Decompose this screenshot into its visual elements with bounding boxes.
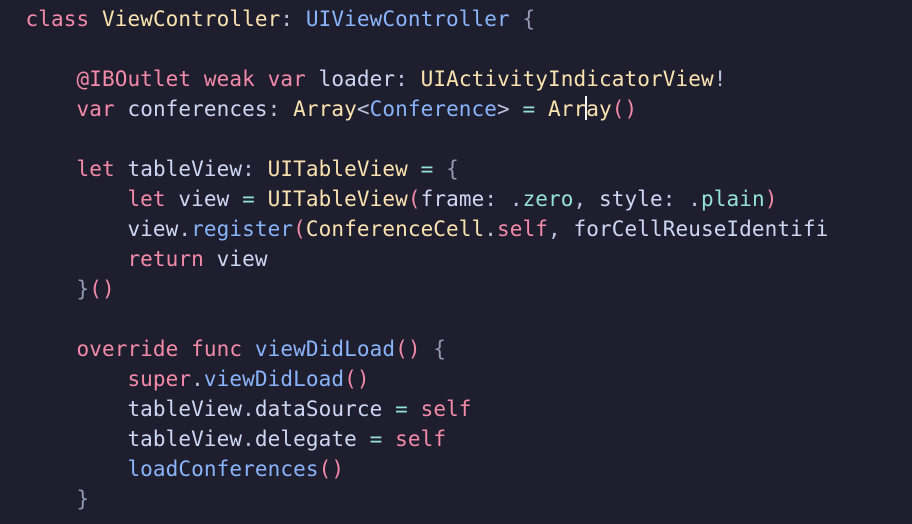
- type-Array: Array: [293, 97, 357, 121]
- open-curly: {: [523, 7, 536, 31]
- ident-tableView: tableView: [127, 397, 242, 421]
- code-line: let tableView: UITableView = {: [0, 157, 459, 181]
- keyword-var: var: [268, 67, 306, 91]
- keyword-class: class: [26, 7, 90, 31]
- func-viewDidLoad: viewDidLoad: [255, 337, 395, 361]
- func-viewDidLoad: viewDidLoad: [204, 367, 344, 391]
- enum-plain: plain: [701, 187, 765, 211]
- colon: :: [242, 157, 255, 181]
- keyword-let: let: [127, 187, 165, 211]
- close-paren: ): [331, 457, 344, 481]
- code-line: loadConferences(): [0, 457, 344, 481]
- keyword-weak: weak: [204, 67, 255, 91]
- ident-tableView: tableView: [127, 157, 242, 181]
- close-paren: ): [625, 97, 638, 121]
- code-line: tableView.dataSource = self: [0, 397, 472, 421]
- keyword-self: self: [395, 427, 446, 451]
- attr-iboutlet: @IBOutlet: [76, 67, 191, 91]
- code-line: view.register(ConferenceCell.self, forCe…: [0, 217, 828, 241]
- param-frame: frame: [421, 187, 485, 211]
- type-ConferenceCell: ConferenceCell: [306, 217, 484, 241]
- close-paren: ): [357, 367, 370, 391]
- prop-dataSource: dataSource: [255, 397, 382, 421]
- close-curly: }: [76, 277, 89, 301]
- open-paren: (: [319, 457, 332, 481]
- code-line: class ViewController: UIViewController {: [0, 7, 535, 31]
- keyword-return: return: [127, 247, 203, 271]
- type-UIActivityIndicatorView: UIActivityIndicatorView: [421, 67, 714, 91]
- colon: :: [280, 7, 293, 31]
- dot: .: [484, 217, 497, 241]
- ident-tableView: tableView: [127, 427, 242, 451]
- op-eq: =: [395, 397, 408, 421]
- op-eq: =: [242, 187, 255, 211]
- comma: ,: [548, 217, 561, 241]
- open-curly: {: [433, 337, 446, 361]
- close-curly: }: [76, 487, 89, 511]
- param-style: style: [599, 187, 663, 211]
- func-register: register: [191, 217, 293, 241]
- code-line: var conferences: Array<Conference> = Arr…: [0, 97, 637, 121]
- code-line: return view: [0, 247, 268, 271]
- open-paren: (: [344, 367, 357, 391]
- keyword-self: self: [421, 397, 472, 421]
- open-paren: (: [395, 337, 408, 361]
- open-paren: (: [408, 187, 421, 211]
- bang: !: [714, 67, 727, 91]
- op-eq: =: [370, 427, 383, 451]
- code-line: @IBOutlet weak var loader: UIActivityInd…: [0, 67, 726, 91]
- type-Array-call-right: ay: [586, 97, 612, 121]
- code-line: }(): [0, 277, 115, 301]
- type-UIViewController: UIViewController: [306, 7, 510, 31]
- ident-view: view: [127, 217, 178, 241]
- op-eq: =: [523, 97, 536, 121]
- type-UITableView: UITableView: [268, 187, 408, 211]
- keyword-func: func: [191, 337, 242, 361]
- ident-loader: loader: [319, 67, 395, 91]
- code-line: let view = UITableView(frame: .zero, sty…: [0, 187, 777, 211]
- close-paren: ): [408, 337, 421, 361]
- close-paren: ): [102, 277, 115, 301]
- type-Conference: Conference: [370, 97, 497, 121]
- dot: .: [178, 217, 191, 241]
- dot: .: [510, 187, 523, 211]
- ident-conferences: conferences: [127, 97, 267, 121]
- open-paren: (: [612, 97, 625, 121]
- colon: :: [484, 187, 497, 211]
- open-curly: {: [446, 157, 459, 181]
- op-eq: =: [421, 157, 434, 181]
- code-line: override func viewDidLoad() {: [0, 337, 446, 361]
- param-forCellReuse: forCellReuseIdentifi: [574, 217, 829, 241]
- ident-view: view: [178, 187, 229, 211]
- colon: :: [663, 187, 676, 211]
- open-paren: (: [293, 217, 306, 241]
- type-Array-call-left: Arr: [548, 97, 586, 121]
- open-paren: (: [89, 277, 102, 301]
- dot: .: [688, 187, 701, 211]
- keyword-self: self: [497, 217, 548, 241]
- colon: :: [395, 67, 408, 91]
- comma: ,: [574, 187, 587, 211]
- code-line: super.viewDidLoad(): [0, 367, 370, 391]
- colon: :: [268, 97, 281, 121]
- code-editor[interactable]: class ViewController: UIViewController {…: [0, 0, 912, 514]
- keyword-super: super: [127, 367, 191, 391]
- enum-zero: zero: [523, 187, 574, 211]
- type-ViewController: ViewController: [102, 7, 280, 31]
- keyword-override: override: [76, 337, 178, 361]
- func-loadConferences: loadConferences: [127, 457, 318, 481]
- code-line: tableView.delegate = self: [0, 427, 446, 451]
- keyword-let: let: [76, 157, 114, 181]
- keyword-var: var: [76, 97, 114, 121]
- dot: .: [242, 397, 255, 421]
- gt: >: [497, 97, 510, 121]
- code-line: }: [0, 487, 89, 511]
- lt: <: [357, 97, 370, 121]
- dot: .: [191, 367, 204, 391]
- type-UITableView: UITableView: [268, 157, 408, 181]
- prop-delegate: delegate: [255, 427, 357, 451]
- dot: .: [242, 427, 255, 451]
- ident-view: view: [217, 247, 268, 271]
- close-paren: ): [765, 187, 778, 211]
